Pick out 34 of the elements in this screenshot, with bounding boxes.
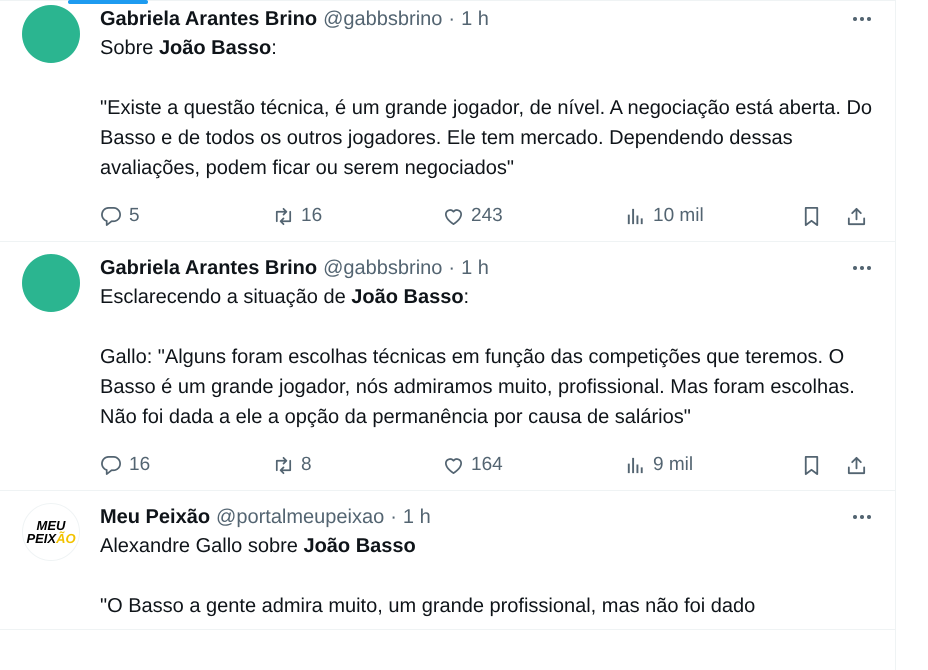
- views-button[interactable]: 10 mil: [624, 202, 704, 230]
- author-name[interactable]: Meu Peixão: [100, 502, 210, 532]
- speech-bubble-icon: [100, 204, 123, 228]
- speech-bubble-icon: [100, 454, 123, 476]
- post-text: Alexandre Gallo sobre João Basso: [100, 534, 417, 559]
- post-text: Esclarecendo a situação de João Basso:: [100, 285, 470, 310]
- reply-button[interactable]: 5: [100, 202, 140, 230]
- post-text: "Existe a questão técnica, é um grande jogador, de nível. A negociação está aberta. Do Basso e de todos os outros jogadores. Ele tem mercado. Dependendo dessas avaliações, podem ficar ou serem negociados": [100, 96, 874, 181]
- author-name[interactable]: Gabriela Arantes Brino: [100, 4, 318, 34]
- more-options-icon[interactable]: [853, 515, 871, 519]
- like-button[interactable]: 243: [442, 202, 503, 230]
- avatar-logo[interactable]: MEU PEIXÃO: [22, 503, 80, 561]
- separator-dot: ·: [448, 256, 456, 281]
- separator-dot: ·: [390, 505, 397, 530]
- logo-text: MEU: [36, 519, 66, 532]
- post-text: Sobre João Basso:: [100, 36, 278, 61]
- author-handle[interactable]: @gabbsbrino: [323, 253, 442, 283]
- post-time[interactable]: 1 h: [402, 502, 431, 532]
- post-text: "O Basso a gente admira muito, um grande profissional, mas não foi dado: [100, 594, 756, 619]
- separator-dot: ·: [448, 7, 456, 32]
- author-handle[interactable]: @gabbsbrino: [323, 4, 442, 34]
- views-button[interactable]: 9 mil: [624, 450, 694, 480]
- repost-button[interactable]: 16: [272, 202, 322, 230]
- reply-button[interactable]: 16: [100, 450, 150, 480]
- author-name[interactable]: Gabriela Arantes Brino: [100, 253, 318, 283]
- author-handle[interactable]: @portalmeupeixao: [216, 502, 384, 532]
- post-text: Gallo: "Alguns foram escolhas técnicas em função das competições que teremos. O Basso é um grande jogador, nós admiramos muito, profissional. Mas foram escolhas. Não foi dada a ele a opção da permanência por causa de salários": [100, 345, 856, 430]
- more-options-icon[interactable]: [853, 266, 871, 270]
- post-time[interactable]: 1 h: [461, 4, 489, 34]
- post-time[interactable]: 1 h: [461, 253, 489, 283]
- more-options-icon[interactable]: [853, 17, 871, 21]
- repost-button[interactable]: 8: [272, 450, 312, 480]
- like-button[interactable]: 164: [442, 450, 503, 480]
- logo-text: PEIXÃO: [26, 532, 76, 545]
